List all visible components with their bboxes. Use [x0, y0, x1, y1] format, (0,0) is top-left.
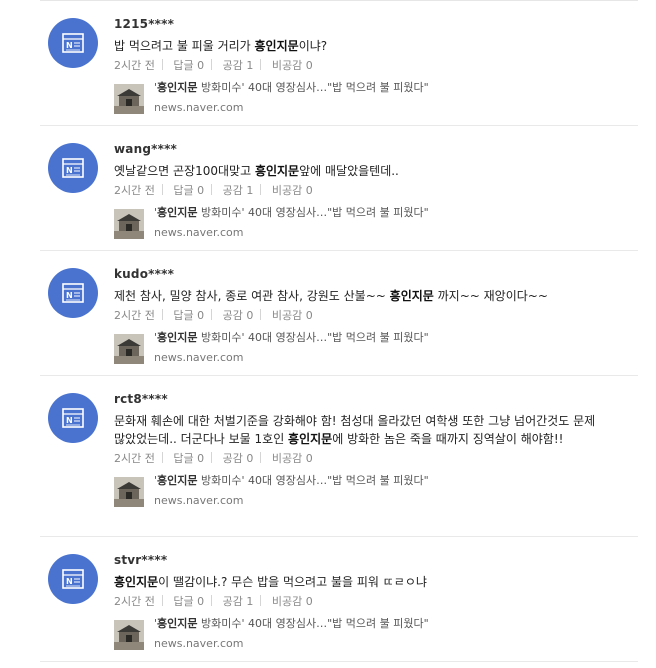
article-source: news.naver.com — [154, 226, 244, 239]
article-title[interactable]: '흥인지문 방화미수' 40대 영장심사…"밥 먹으려 불 피웠다" — [154, 331, 429, 345]
article-title[interactable]: '흥인지문 방화미수' 40대 영장심사…"밥 먹으려 불 피웠다" — [154, 617, 429, 631]
article-thumbnail[interactable] — [114, 209, 144, 239]
reply-button[interactable]: 답글 0 — [173, 58, 204, 74]
article-source: news.naver.com — [154, 101, 244, 114]
comment-meta: 2시간 전 답글 0 공감 1 비공감 0 — [114, 58, 644, 74]
article-thumbnail[interactable] — [114, 334, 144, 364]
svg-text:N: N — [66, 166, 73, 175]
comment-divider — [40, 375, 638, 376]
svg-text:N: N — [66, 291, 73, 300]
dislike-button[interactable]: 비공감 0 — [272, 451, 313, 467]
dislike-button[interactable]: 비공감 0 — [272, 58, 313, 74]
comment-meta: 2시간 전 답글 0 공감 0 비공감 0 — [114, 308, 644, 324]
article-link-card[interactable]: '흥인지문 방화미수' 40대 영장심사…"밥 먹으려 불 피웠다" news.… — [114, 617, 644, 651]
comment-meta: 2시간 전 답글 0 공감 0 비공감 0 — [114, 451, 644, 467]
top-divider — [40, 0, 638, 1]
article-link-card[interactable]: '흥인지문 방화미수' 40대 영장심사…"밥 먹으려 불 피웠다" news.… — [114, 81, 644, 115]
comment-text: 흥인지문이 땔감이냐.? 무슨 밥을 먹으려고 불을 피워 ㄸㄹㅇ냐 — [114, 575, 427, 589]
news-avatar-icon[interactable]: N — [48, 143, 98, 193]
article-title[interactable]: '흥인지문 방화미수' 40대 영장심사…"밥 먹으려 불 피웠다" — [154, 474, 429, 488]
comment-text: 옛날같으면 곤장100대맞고 흥인지문앞에 매달았을텐데.. — [114, 164, 399, 178]
comment-divider — [40, 125, 638, 126]
highlighted-keyword: 흥인지문 — [254, 164, 300, 178]
highlighted-keyword: 흥인지문 — [288, 432, 333, 446]
comment-username[interactable]: 1215**** — [114, 16, 644, 32]
svg-text:N: N — [66, 416, 73, 425]
article-source: news.naver.com — [154, 637, 244, 650]
article-source: news.naver.com — [154, 351, 244, 364]
article-thumbnail[interactable] — [114, 620, 144, 650]
highlighted-keyword: 흥인지문 — [114, 575, 159, 589]
like-button[interactable]: 공감 0 — [223, 308, 254, 324]
article-thumbnail[interactable] — [114, 84, 144, 114]
reply-button[interactable]: 답글 0 — [173, 594, 204, 610]
article-title[interactable]: '흥인지문 방화미수' 40대 영장심사…"밥 먹으려 불 피웠다" — [154, 206, 429, 220]
comment-username[interactable]: wang**** — [114, 141, 644, 157]
article-link-card[interactable]: '흥인지문 방화미수' 40대 영장심사…"밥 먹으려 불 피웠다" news.… — [114, 331, 644, 365]
dislike-button[interactable]: 비공감 0 — [272, 183, 313, 199]
like-button[interactable]: 공감 0 — [223, 451, 254, 467]
reply-button[interactable]: 답글 0 — [173, 308, 204, 324]
dislike-button[interactable]: 비공감 0 — [272, 308, 313, 324]
news-avatar-icon[interactable]: N — [48, 18, 98, 68]
dislike-button[interactable]: 비공감 0 — [272, 594, 313, 610]
article-thumbnail[interactable] — [114, 477, 144, 507]
comment-divider — [40, 536, 638, 537]
like-button[interactable]: 공감 1 — [223, 183, 254, 199]
svg-text:N: N — [66, 41, 73, 50]
comment-meta: 2시간 전 답글 0 공감 1 비공감 0 — [114, 183, 644, 199]
article-title[interactable]: '흥인지문 방화미수' 40대 영장심사…"밥 먹으려 불 피웠다" — [154, 81, 429, 95]
news-avatar-icon[interactable]: N — [48, 268, 98, 318]
comment-divider — [40, 250, 638, 251]
svg-text:N: N — [66, 577, 73, 586]
comment-username[interactable]: kudo**** — [114, 266, 644, 282]
article-source: news.naver.com — [154, 494, 244, 507]
comment-text: 문화재 훼손에 대한 처벌기준을 강화해야 함! 첨성대 올라갔던 여학생 또한… — [114, 414, 596, 446]
comment-time: 2시간 전 — [114, 452, 155, 465]
comment-username[interactable]: rct8**** — [114, 391, 644, 407]
news-avatar-icon[interactable]: N — [48, 393, 98, 443]
comment-divider — [40, 661, 638, 662]
comment-text: 밥 먹으려고 불 피울 거리가 흥인지문이냐? — [114, 39, 328, 53]
highlighted-keyword: 흥인지문 — [254, 39, 299, 53]
comment-time: 2시간 전 — [114, 59, 155, 72]
article-link-card[interactable]: '흥인지문 방화미수' 40대 영장심사…"밥 먹으려 불 피웠다" news.… — [114, 206, 644, 240]
article-link-card[interactable]: '흥인지문 방화미수' 40대 영장심사…"밥 먹으려 불 피웠다" news.… — [114, 474, 644, 508]
comment-time: 2시간 전 — [114, 309, 155, 322]
comment-username[interactable]: stvr**** — [114, 552, 644, 568]
highlighted-keyword: 흥인지문 — [389, 289, 434, 303]
news-avatar-icon[interactable]: N — [48, 554, 98, 604]
comment-time: 2시간 전 — [114, 184, 155, 197]
reply-button[interactable]: 답글 0 — [173, 451, 204, 467]
comment-text: 제천 참사, 밀양 참사, 종로 여관 참사, 강원도 산불~~ 흥인지문 까지… — [114, 289, 548, 303]
like-button[interactable]: 공감 1 — [223, 594, 254, 610]
comment-time: 2시간 전 — [114, 595, 155, 608]
reply-button[interactable]: 답글 0 — [173, 183, 204, 199]
comment-meta: 2시간 전 답글 0 공감 1 비공감 0 — [114, 594, 644, 610]
like-button[interactable]: 공감 1 — [223, 58, 254, 74]
